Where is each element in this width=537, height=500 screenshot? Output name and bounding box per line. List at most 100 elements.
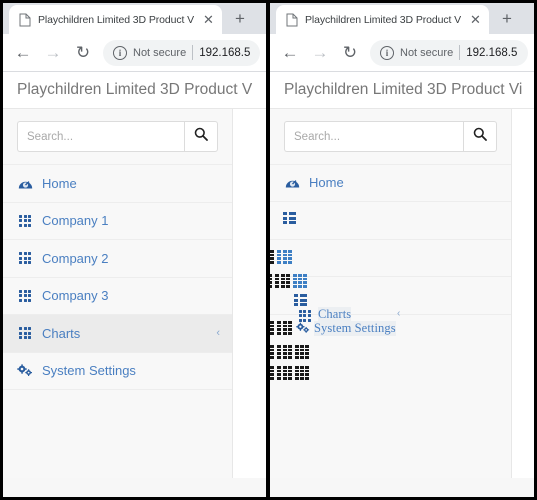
sidebar-item-company-2[interactable]: Company 2 [3,239,232,277]
sidebar-item-label: System Settings [314,321,396,336]
sidebar-menu-bottom-divider [3,389,232,403]
corrupted-row [270,366,310,380]
forward-arrow-icon[interactable]: → [306,39,334,67]
sidebar-item-company-3[interactable]: Company 3 [3,276,232,315]
sidebar-item-label: Charts [318,307,352,322]
sidebar-menu-glitched: Home Charts ‹ System Settings [270,164,511,414]
search-input[interactable] [17,121,184,152]
list-icon [283,212,296,224]
sidebar-item-label: Home [42,175,77,191]
page-header-right: Playchildren Limited 3D Product Vi [270,72,534,109]
content-area-right [512,109,534,497]
browser-tabstrip-right: Playchildren Limited 3D Product V ✕ + [270,3,534,34]
corrupted-glyph-block [277,321,292,335]
address-bar-url: 192.168.56 [466,46,518,59]
sidebar-item-company-2-glitched[interactable] [270,250,292,264]
sidebar-item-company-3-glitched[interactable] [270,274,308,288]
sidebar-item-home[interactable]: Home [3,164,232,202]
grid-icon [17,327,33,340]
browser-tabstrip-left: Playchildren Limited 3D Product V ✕ + [3,3,266,34]
corrupted-glyph-block [294,345,310,359]
panel-caption-image-2: Image 2 [270,478,534,497]
search-group [17,121,218,152]
security-status-text: Not secure [133,46,187,59]
document-icon [286,13,298,27]
info-circle-icon[interactable]: i [380,45,394,60]
corrupted-glyph-block [294,366,310,380]
panel-caption-image-1: Image 1 [3,478,266,497]
browser-toolbar-right: ← → ↻ i Not secure 192.168.56 [270,34,534,72]
back-arrow-icon[interactable]: ← [276,39,304,67]
info-circle-icon[interactable]: i [113,45,127,60]
web-page-left: Playchildren Limited 3D Product V Search… [3,72,266,497]
corrupted-glyph-block [275,274,290,288]
corrupted-glyph-block [292,274,308,288]
web-page-right: Playchildren Limited 3D Product Vi Searc… [270,72,534,497]
sidebar-item-home[interactable]: Home [284,175,344,190]
sidebar-item-charts-glitched[interactable] [299,310,311,322]
reload-icon[interactable]: ↻ [69,39,97,67]
search-group [284,121,497,152]
sidebar-item-label: Company 1 [42,213,109,229]
grid-icon [299,310,311,322]
system-settings-glitch-blocks [270,321,292,335]
panel-image-2: Playchildren Limited 3D Product V ✕ + ← … [268,0,537,500]
back-arrow-icon[interactable]: ← [9,39,37,67]
sidebar-item-label: Company 3 [42,288,109,304]
search-input[interactable] [284,121,463,152]
address-bar-right[interactable]: i Not secure 192.168.56 [370,39,528,66]
search-button[interactable] [184,121,218,152]
cogs-icon [17,364,33,377]
sidebar-right: Home [270,109,512,497]
browser-tab-left[interactable]: Playchildren Limited 3D Product V ✕ [9,5,222,34]
page-title: Playchildren Limited 3D Product V [17,81,253,98]
menu-divider [270,239,511,240]
sidebar-search-wrap [3,109,232,164]
grid-icon [17,214,33,227]
menu-divider [270,201,511,202]
panel-image-1: Playchildren Limited 3D Product V ✕ + ← … [0,0,268,500]
address-bar-url: 192.168.5 [199,46,250,59]
address-bar-left[interactable]: i Not secure 192.168.5 [103,39,260,66]
sidebar-item-company-1-glitched[interactable] [283,212,296,224]
page-header-left: Playchildren Limited 3D Product V [3,72,266,109]
stray-list-icon-row [294,294,307,306]
security-status-text: Not secure [400,46,454,59]
chevron-left-icon: ‹ [397,308,401,319]
browser-tab-title: Playchildren Limited 3D Product V [38,13,194,26]
close-icon[interactable]: ✕ [468,12,483,27]
sidebar-item-company-1[interactable]: Company 1 [3,201,232,240]
grid-icon [17,252,33,265]
browser-tab-right[interactable]: Playchildren Limited 3D Product V ✕ [276,5,489,34]
dashboard-icon [17,177,33,190]
forward-arrow-icon[interactable]: → [39,39,67,67]
sidebar-left: Home Company 1 Company 2 [3,109,233,497]
dashboard-icon [284,176,300,189]
sidebar-item-label: Home [309,175,344,190]
corrupted-row [270,345,310,359]
list-icon [294,294,307,306]
search-icon [194,127,208,146]
search-button[interactable] [463,121,497,152]
corrupted-glyph-block [277,366,292,380]
new-tab-button[interactable]: + [226,5,254,33]
menu-divider [270,164,511,165]
corrupted-glyph-block [277,250,292,264]
close-icon[interactable]: ✕ [201,12,216,27]
reload-icon[interactable]: ↻ [336,39,364,67]
new-tab-button[interactable]: + [493,5,521,33]
sidebar-item-label: Company 2 [42,250,109,266]
corrupted-glyph-block [270,274,273,288]
document-icon [19,13,31,27]
sidebar-item-label: Charts [42,325,81,341]
image-comparison: Playchildren Limited 3D Product V ✕ + ← … [0,0,537,500]
browser-tab-title: Playchildren Limited 3D Product V [305,13,461,26]
browser-toolbar-left: ← → ↻ i Not secure 192.168.5 [3,34,266,72]
cogs-icon [296,321,310,339]
omnibox-divider [459,45,461,60]
corrupted-glyph-block [270,321,275,335]
sidebar-item-system-settings[interactable]: System Settings [3,351,232,390]
sidebar-menu: Home Company 1 Company 2 Company 3 Chart… [3,164,232,403]
corrupted-glyph-block [277,345,292,359]
sidebar-item-charts[interactable]: Charts ‹ [3,314,232,352]
